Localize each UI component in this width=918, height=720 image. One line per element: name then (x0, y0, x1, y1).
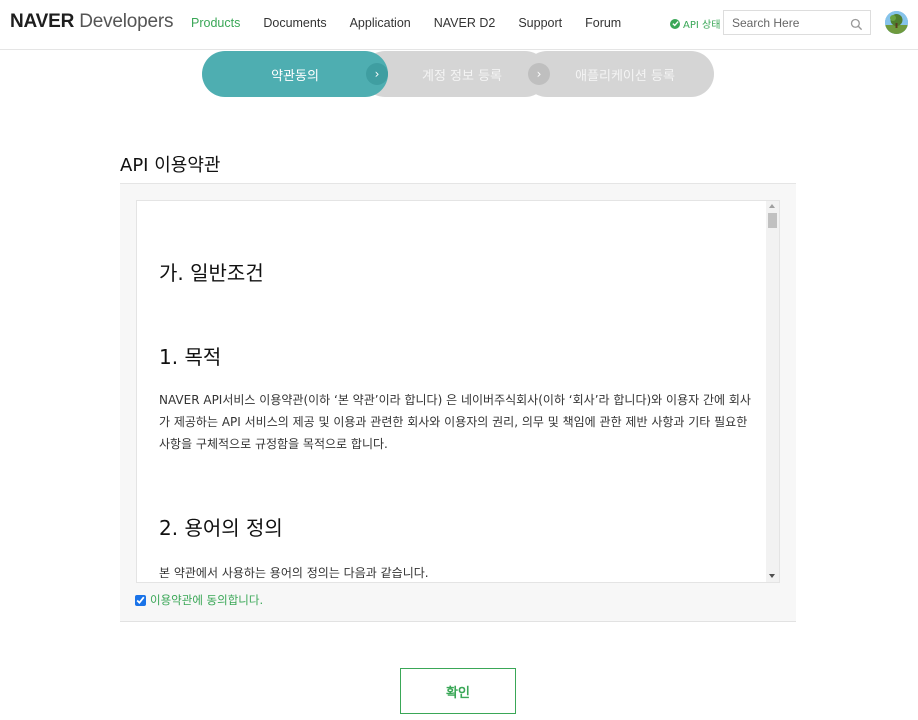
terms-agree-option[interactable]: 이용약관에 동의합니다. (135, 592, 263, 608)
terms-definitions-text: 본 약관에서 사용하는 용어의 정의는 다음과 같습니다. (159, 566, 429, 580)
step-label: 약관동의 (271, 68, 319, 84)
confirm-button[interactable]: 확인 (400, 668, 516, 714)
chevron-right-icon: › (528, 63, 550, 85)
nav-naver-d2[interactable]: NAVER D2 (434, 16, 496, 30)
search-icon[interactable] (850, 16, 863, 35)
top-header: NAVER Developers Products Documents Appl… (0, 0, 918, 50)
terms-heading-general: 가. 일반조건 (159, 261, 264, 285)
scroll-up-arrow-icon[interactable] (769, 204, 775, 208)
step-label: 애플리케이션 등록 (575, 68, 675, 84)
api-status-label: API 상태 (683, 20, 721, 31)
terms-scrollbar[interactable] (766, 201, 779, 582)
terms-panel: 가. 일반조건 1. 목적 NAVER API서비스 이용약관(이하 ‘본 약관… (120, 184, 796, 622)
terms-purpose-text: NAVER API서비스 이용약관(이하 ‘본 약관’이라 합니다) 은 네이버… (159, 393, 751, 451)
user-avatar[interactable] (885, 11, 908, 34)
nav-documents[interactable]: Documents (263, 16, 326, 30)
nav-forum[interactable]: Forum (585, 16, 621, 30)
scrollbar-thumb[interactable] (768, 213, 777, 228)
agree-checkbox[interactable] (135, 594, 146, 606)
nav-application[interactable]: Application (350, 16, 411, 30)
agree-label: 이용약관에 동의합니다. (150, 593, 264, 607)
step-terms-agreement: 약관동의 (202, 51, 388, 97)
nav-products[interactable]: Products (191, 16, 240, 30)
chevron-right-icon: › (366, 63, 388, 85)
signup-steps: 약관동의 › 계정 정보 등록 › 애플리케이션 등록 (202, 51, 714, 97)
check-circle-icon (670, 18, 680, 29)
scroll-down-arrow-icon[interactable] (769, 574, 775, 578)
nav-support[interactable]: Support (518, 16, 562, 30)
api-status-link[interactable]: API 상태 (670, 16, 720, 31)
terms-heading-definitions: 2. 용어의 정의 (159, 516, 283, 540)
page-title: API 이용약관 (120, 155, 221, 176)
search-box (723, 10, 871, 35)
terms-scroll-area[interactable]: 가. 일반조건 1. 목적 NAVER API서비스 이용약관(이하 ‘본 약관… (136, 200, 780, 583)
step-application-register: 애플리케이션 등록 (524, 51, 714, 97)
main-nav: Products Documents Application NAVER D2 … (191, 16, 644, 30)
step-account-info: 계정 정보 등록 (362, 51, 548, 97)
naver-developers-logo[interactable]: NAVER Developers (10, 11, 174, 33)
terms-heading-purpose: 1. 목적 (159, 345, 222, 369)
step-label: 계정 정보 등록 (421, 68, 503, 84)
search-input[interactable] (724, 11, 847, 34)
